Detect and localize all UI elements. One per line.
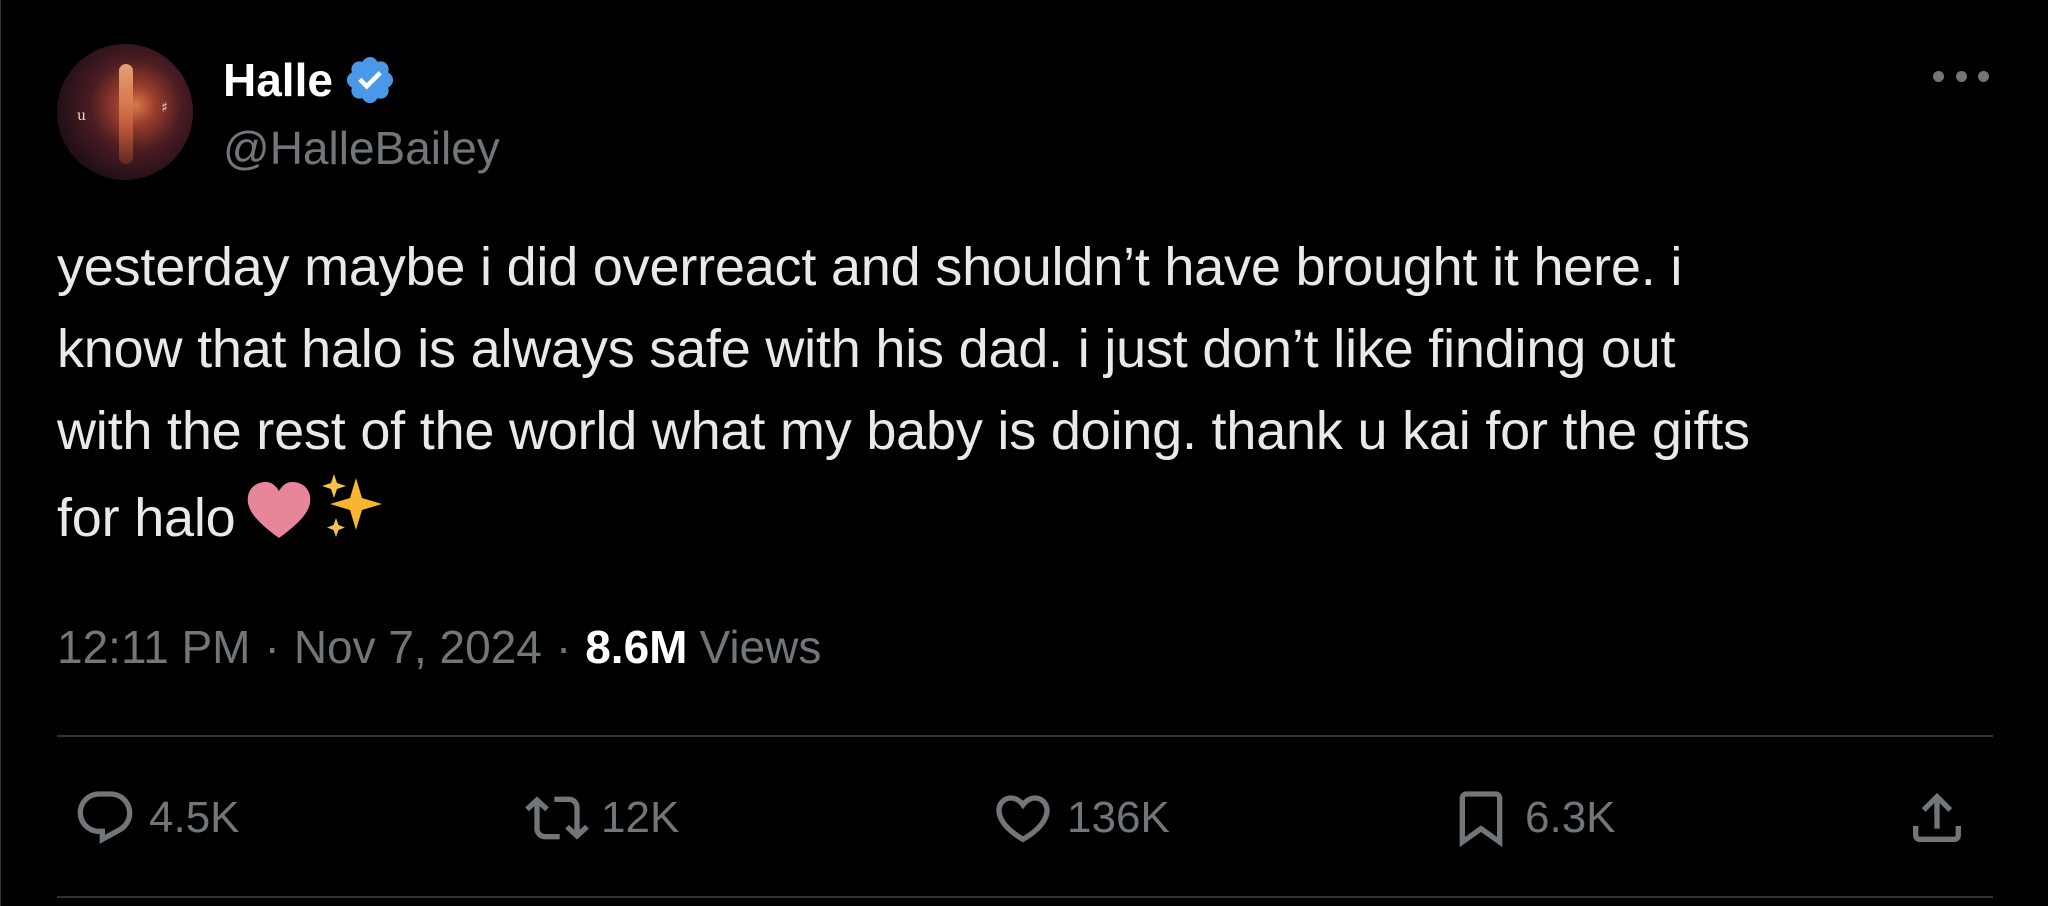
more-dot	[1933, 70, 1944, 82]
tweet-meta: 12:11 PM · Nov 7, 2024 · 8.6M Views	[57, 615, 821, 679]
avatar[interactable]: u ♯	[57, 44, 193, 180]
bookmark-count: 6.3K	[1525, 793, 1616, 842]
retweet-icon	[525, 796, 589, 840]
retweet-count: 12K	[601, 793, 680, 842]
share-icon	[1913, 792, 1961, 842]
tweet-text: yesterday maybe i did overreact and shou…	[57, 226, 1997, 565]
reply-icon	[77, 791, 133, 844]
more-dot	[1955, 70, 1967, 82]
avatar-mark: u	[77, 108, 87, 124]
tweet-card: u ♯ Halle @HalleBailey yesterday maybe i…	[0, 0, 2048, 906]
heart-icon	[996, 795, 1050, 843]
verified-badge-icon[interactable]	[343, 53, 397, 107]
views-count[interactable]: 8.6M	[585, 615, 687, 679]
author-handle[interactable]: @HalleBailey	[223, 118, 500, 178]
tweet-time[interactable]: 12:11 PM	[57, 615, 250, 679]
reply-count: 4.5K	[149, 793, 240, 842]
like-count: 136K	[1067, 793, 1170, 842]
more-dot	[1978, 70, 1989, 82]
like-button[interactable]: 136K	[991, 782, 1170, 854]
tweet-date[interactable]: Nov 7, 2024	[294, 615, 542, 679]
bottom-divider	[57, 896, 1993, 898]
sparkles-emoji	[321, 472, 386, 565]
share-button[interactable]	[1905, 782, 1969, 854]
retweet-button[interactable]: 12K	[525, 782, 679, 854]
divider	[57, 735, 1993, 737]
bookmark-icon	[1459, 791, 1503, 848]
avatar-figure	[119, 64, 133, 164]
display-name[interactable]: Halle	[223, 50, 333, 110]
pink-heart-emoji	[244, 480, 314, 565]
avatar-mark: ♯	[161, 100, 168, 116]
more-options-icon[interactable]	[1933, 64, 1989, 88]
reply-button[interactable]: 4.5K	[73, 782, 240, 854]
author-name-row: Halle	[223, 50, 397, 110]
bookmark-button[interactable]: 6.3K	[1449, 782, 1616, 854]
views-label[interactable]: Views	[699, 615, 821, 679]
meta-separator: ·	[264, 621, 280, 673]
meta-separator: ·	[555, 621, 572, 673]
